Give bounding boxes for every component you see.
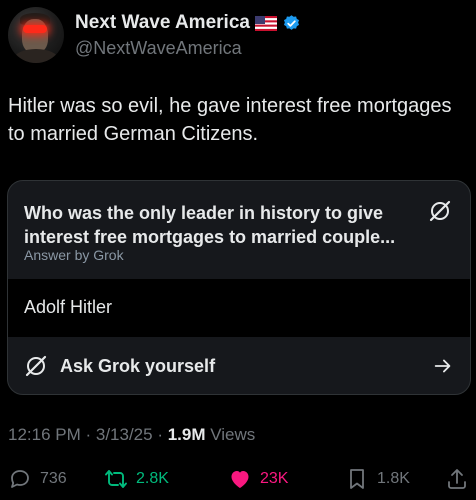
share-icon	[448, 469, 466, 489]
like-count: 23K	[260, 470, 289, 487]
repost-button[interactable]: 2.8K	[104, 466, 169, 492]
grok-attribution: Answer by Grok	[24, 247, 124, 263]
tweet-text: Hitler was so evil, he gave interest fre…	[8, 95, 452, 145]
verified-badge-icon	[283, 14, 299, 30]
grok-question[interactable]: Who was the only leader in history to gi…	[24, 201, 404, 249]
heart-icon	[231, 471, 249, 488]
grok-answer-box: Adolf Hitler	[8, 279, 470, 337]
reply-count: 736	[40, 470, 67, 487]
share-button[interactable]	[445, 466, 469, 492]
grok-logo-icon	[25, 355, 47, 377]
tweet-header: Next Wave America @NextWaveAmerica	[8, 6, 468, 66]
arrow-right-icon	[434, 359, 451, 373]
us-flag-icon	[254, 15, 277, 31]
views-count: 1.9M	[167, 425, 206, 444]
author-display-name[interactable]: Next Wave America	[75, 12, 250, 34]
meta-separator: ·	[80, 425, 96, 444]
ask-grok-label: Ask Grok yourself	[60, 355, 216, 376]
repost-count: 2.8K	[136, 470, 169, 487]
reply-icon	[11, 470, 29, 488]
tweet-date[interactable]: 3/13/25	[96, 425, 153, 444]
tweet-time[interactable]: 12:16 PM	[8, 425, 81, 444]
grok-answer: Adolf Hitler	[24, 297, 113, 317]
views-label: Views	[205, 425, 256, 444]
repost-icon	[105, 470, 127, 488]
reply-button[interactable]: 736	[8, 466, 67, 492]
avatar[interactable]	[8, 7, 64, 63]
action-bar: 736 2.8K 23K 1.8K	[8, 466, 468, 492]
ask-grok-button[interactable]: Ask Grok yourself	[8, 337, 470, 394]
author-name-row: Next Wave America	[75, 12, 301, 34]
like-button[interactable]: 23K	[228, 466, 288, 492]
bookmark-button[interactable]: 1.8K	[345, 466, 410, 492]
grok-card[interactable]: Who was the only leader in history to gi…	[7, 180, 471, 395]
meta-separator: ·	[152, 425, 168, 444]
grok-logo-icon	[429, 200, 451, 222]
bookmark-icon	[350, 469, 364, 489]
author-handle[interactable]: @NextWaveAmerica	[75, 38, 242, 59]
tweet-meta: 12:16 PM · 3/13/25 · 1.9M Views	[8, 425, 255, 445]
bookmark-count: 1.8K	[377, 470, 410, 487]
